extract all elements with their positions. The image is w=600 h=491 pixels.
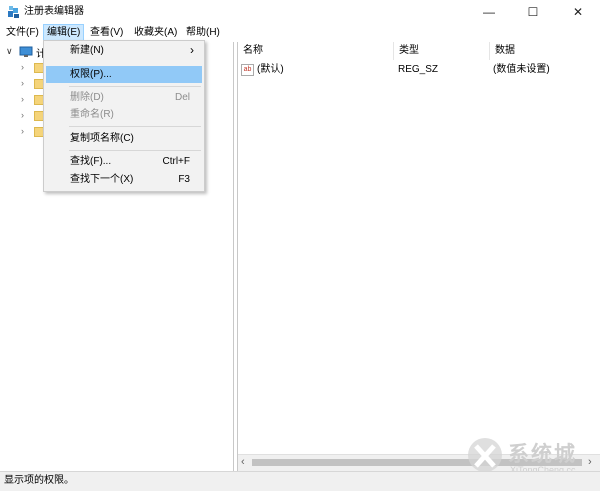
- value-name: (默认): [257, 64, 284, 75]
- title-bar[interactable]: 注册表编辑器 — ☐ ✕: [0, 0, 600, 24]
- edit-menu-dropdown: 新建(N) › 权限(P)... 删除(D) Del 重命名(R) 复制项名称(…: [43, 40, 205, 192]
- menu-item-label: 权限(P)...: [70, 69, 112, 80]
- menu-item-label: 复制项名称(C): [70, 133, 134, 144]
- table-row[interactable]: ab (默认) REG_SZ (数值未设置): [238, 62, 600, 78]
- menu-item-shortcut: F3: [178, 174, 190, 185]
- tree-node[interactable]: ›: [0, 124, 46, 140]
- string-value-icon: ab: [241, 64, 254, 76]
- minimize-button[interactable]: —: [467, 0, 511, 24]
- expand-arrow-icon[interactable]: ›: [21, 94, 24, 104]
- maximize-icon: ☐: [527, 5, 539, 19]
- menu-item-delete[interactable]: 删除(D) Del: [46, 89, 202, 106]
- computer-icon: [19, 46, 33, 57]
- tree-node[interactable]: ›: [0, 60, 46, 76]
- menu-item-rename[interactable]: 重命名(R): [46, 106, 202, 123]
- menu-item-find[interactable]: 查找(F)... Ctrl+F: [46, 153, 202, 170]
- expand-icon[interactable]: ∨: [6, 46, 13, 57]
- menu-item-label: 查找(F)...: [70, 156, 112, 167]
- watermark-brand: 系统城: [508, 443, 577, 466]
- menu-file[interactable]: 文件(F): [3, 25, 42, 40]
- expand-arrow-icon[interactable]: ›: [21, 110, 24, 120]
- menu-edit[interactable]: 编辑(E): [43, 24, 85, 41]
- column-header-type[interactable]: 类型: [394, 42, 490, 60]
- tree-node[interactable]: ›: [0, 76, 46, 92]
- menu-item-copy-key-name[interactable]: 复制项名称(C): [46, 130, 202, 147]
- menu-item-label: 删除(D): [70, 92, 104, 103]
- menu-item-shortcut: Ctrl+F: [162, 156, 191, 167]
- minimize-icon: —: [483, 5, 495, 19]
- menu-item-new[interactable]: 新建(N) ›: [46, 42, 202, 59]
- menu-item-shortcut: Del: [174, 92, 190, 103]
- value-type: REG_SZ: [398, 64, 439, 75]
- registry-editor-icon: [8, 6, 19, 18]
- window-title: 注册表编辑器: [24, 6, 84, 17]
- close-icon: ✕: [572, 5, 584, 19]
- values-list-pane[interactable]: 名称 类型 数据 ab (默认) REG_SZ (数值未设置): [237, 42, 600, 471]
- value-data: (数值未设置): [493, 64, 550, 75]
- menu-separator: [69, 86, 201, 87]
- tree-node[interactable]: ›: [0, 92, 46, 108]
- expand-arrow-icon[interactable]: ›: [21, 62, 24, 72]
- status-bar: [0, 471, 600, 491]
- menu-item-permissions[interactable]: 权限(P)...: [46, 66, 202, 83]
- tree-node[interactable]: ›: [0, 108, 46, 124]
- expand-arrow-icon[interactable]: ›: [21, 78, 24, 88]
- menu-bar: 文件(F) 编辑(E) 查看(V) 收藏夹(A) 帮助(H): [0, 24, 600, 41]
- tree-root[interactable]: ∨ 计: [0, 44, 46, 60]
- menu-view[interactable]: 查看(V): [87, 25, 126, 40]
- menu-separator: [69, 150, 201, 151]
- menu-help[interactable]: 帮助(H): [183, 25, 223, 40]
- column-header-name[interactable]: 名称: [238, 42, 394, 60]
- column-header-data[interactable]: 数据: [490, 42, 600, 60]
- menu-item-label: 新建(N): [70, 45, 104, 56]
- menu-favorites[interactable]: 收藏夹(A): [131, 25, 180, 40]
- watermark-logo-icon: [468, 438, 502, 472]
- menu-item-label: 查找下一个(X): [70, 174, 134, 185]
- expand-arrow-icon[interactable]: ›: [21, 126, 24, 136]
- close-button[interactable]: ✕: [556, 0, 600, 24]
- status-text: 显示项的权限。: [4, 475, 74, 486]
- maximize-button[interactable]: ☐: [511, 0, 555, 24]
- menu-separator: [69, 126, 201, 127]
- menu-item-find-next[interactable]: 查找下一个(X) F3: [46, 171, 202, 188]
- menu-item-label: 重命名(R): [70, 109, 114, 120]
- scroll-left-icon[interactable]: ‹: [241, 456, 245, 468]
- submenu-arrow-icon: ›: [190, 43, 194, 57]
